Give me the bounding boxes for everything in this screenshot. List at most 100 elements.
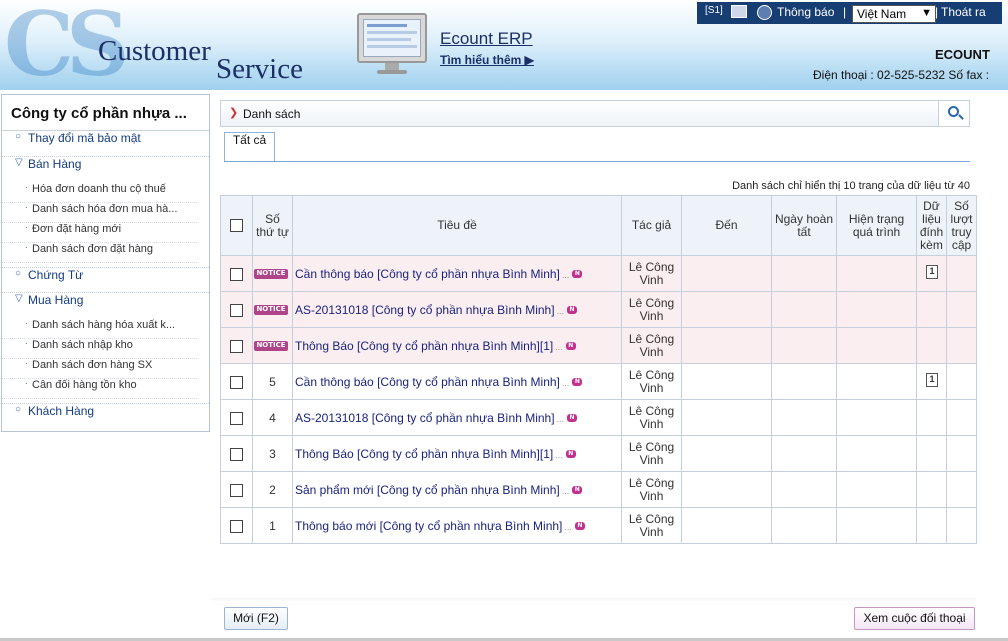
circle-icon: ○: [15, 131, 22, 142]
ellipsis: ...: [561, 377, 570, 388]
row-author: Lê Công Vinh: [621, 399, 682, 436]
ellipsis: ...: [555, 341, 563, 352]
screen-icon[interactable]: [731, 5, 747, 18]
col-author[interactable]: Tác giả: [621, 195, 682, 256]
row-checkbox[interactable]: [230, 303, 243, 317]
row-attachment: [916, 435, 947, 472]
sidebar-item-label: Khách Hàng: [28, 404, 95, 418]
post-title-link[interactable]: Thông báo mới [Công ty cổ phần nhựa Bình…: [295, 519, 562, 533]
row-to: [681, 507, 772, 544]
sidebar-item-customers[interactable]: ○ Khách Hàng: [2, 403, 209, 429]
sidebar-subitem-goods-in-list[interactable]: · Danh sách nhập kho: [2, 339, 197, 359]
col-title[interactable]: Tiêu đề: [292, 195, 622, 256]
tab-all[interactable]: Tất cả: [224, 132, 275, 161]
bullet-icon: ·: [25, 339, 28, 348]
row-to: [681, 363, 772, 400]
sidebar-subitem-sales-invoice[interactable]: · Hóa đơn doanh thu cộ thuế: [2, 183, 197, 203]
sidebar-item-vouchers[interactable]: ○ Chứng Từ: [2, 267, 209, 293]
new-badge: N: [572, 486, 583, 495]
row-number: 3: [269, 446, 276, 461]
attachment-icon[interactable]: [925, 265, 938, 279]
row-select-cell: [220, 507, 253, 544]
company-code: ECOUNT: [935, 47, 990, 62]
row-author: Lê Công Vinh: [621, 471, 682, 508]
row-checkbox[interactable]: [230, 447, 243, 461]
sidebar-subitem-production-orders[interactable]: · Danh sách đơn hàng SX: [2, 359, 197, 379]
table-row[interactable]: 4 AS-20131018 [Công ty cổ phần nhựa Bình …: [220, 399, 977, 436]
table-row[interactable]: NOTICE AS-20131018 [Công ty cổ phần nhựa …: [220, 291, 977, 328]
col-attachment[interactable]: Dữ liệu đính kèm: [916, 195, 947, 256]
post-title-link[interactable]: AS-20131018 [Công ty cổ phần nhựa Bình M…: [295, 303, 555, 317]
table-row[interactable]: 2 Sản phẩm mới [Công ty cổ phần nhựa Bình…: [220, 471, 977, 508]
sidebar-subitem-label: Danh sách hóa đơn mua hà...: [32, 203, 178, 215]
language-select[interactable]: Việt Nam ▼: [852, 5, 936, 23]
row-checkbox[interactable]: [230, 267, 243, 281]
server-code: [S1]: [705, 5, 723, 16]
post-title-link[interactable]: Sản phẩm mới [Công ty cổ phần nhựa Bình …: [295, 483, 560, 497]
logo-word-customer: Customer: [98, 35, 211, 67]
select-all-checkbox[interactable]: [230, 219, 243, 233]
header: CS Customer Service Ecount ERP Tìm hiểu …: [0, 0, 1008, 96]
separator: |: [843, 5, 847, 19]
bullet-icon: ·: [25, 203, 28, 212]
col-to[interactable]: Đến: [681, 195, 772, 256]
row-title-cell: Cần thông báo [Công ty cổ phần nhựa Bình…: [292, 255, 622, 292]
notifications-link[interactable]: Thông báo: [777, 5, 834, 19]
sidebar-subitem-goods-out-list[interactable]: · Danh sách hàng hóa xuất k...: [2, 319, 197, 339]
dropdown-arrow-icon: ▼: [921, 7, 932, 19]
sidebar-item-change-password[interactable]: ○ Thay đổi mã bảo mật: [2, 131, 209, 157]
circle-icon: ○: [15, 268, 22, 279]
bullet-icon: ·: [25, 359, 28, 368]
row-checkbox[interactable]: [230, 519, 243, 533]
bullet-icon: ·: [25, 379, 28, 388]
sidebar-subitem-purchase-invoice-list[interactable]: · Danh sách hóa đơn mua hà...: [2, 203, 197, 223]
attachment-icon[interactable]: [925, 373, 938, 387]
sidebar-item-sales[interactable]: ▽ Bán Hàng: [2, 157, 209, 183]
row-author: Lê Công Vinh: [621, 507, 682, 544]
sidebar-item-purchasing[interactable]: ▽ Mua Hàng: [2, 293, 209, 319]
table-row[interactable]: 1 Thông báo mới [Công ty cổ phần nhựa Bìn…: [220, 507, 977, 544]
row-views: [946, 471, 977, 508]
row-done-date: [771, 507, 837, 544]
chevron-down-icon: ▽: [15, 157, 23, 168]
row-checkbox[interactable]: [230, 339, 243, 353]
row-checkbox[interactable]: [230, 411, 243, 425]
sidebar-subitem-order-list[interactable]: · Danh sách đơn đặt hàng: [2, 243, 197, 263]
table-row[interactable]: NOTICE Cần thông báo [Công ty cổ phần nhự…: [220, 255, 977, 292]
new-badge: N: [567, 414, 578, 423]
table-row[interactable]: 5 Cần thông báo [Công ty cổ phần nhựa Bìn…: [220, 363, 977, 400]
learn-more-link[interactable]: Tìm hiểu thêm ▶: [440, 53, 534, 67]
col-views[interactable]: Số lượt truy cập: [946, 195, 977, 256]
col-done-date[interactable]: Ngày hoàn tất: [771, 195, 837, 256]
new-button[interactable]: Mới (F2): [224, 607, 288, 630]
ellipsis: ...: [556, 413, 565, 424]
row-checkbox[interactable]: [230, 375, 243, 389]
col-no[interactable]: Số thứ tự: [252, 195, 293, 256]
sidebar-subitem-label: Hóa đơn doanh thu cộ thuế: [32, 183, 166, 195]
row-views: [946, 291, 977, 328]
sidebar-subitem-inventory-balance[interactable]: · Cân đối hàng tồn kho: [2, 379, 197, 399]
post-title-link[interactable]: Cần thông báo [Công ty cổ phần nhựa Bình…: [295, 375, 560, 389]
view-conversation-button[interactable]: Xem cuộc đối thoại: [854, 607, 975, 630]
sidebar-subitem-new-order[interactable]: · Đơn đặt hàng mới: [2, 223, 197, 243]
product-title-link[interactable]: Ecount ERP: [440, 29, 533, 49]
row-views: [946, 507, 977, 544]
table-row[interactable]: NOTICE Thông Báo [Công ty cổ phần nhựa Bì…: [220, 327, 977, 364]
user-icon[interactable]: [757, 5, 772, 20]
row-progress: [836, 507, 917, 544]
row-views: [946, 435, 977, 472]
post-title-link[interactable]: Thông Báo [Công ty cổ phần nhựa Bình Min…: [295, 447, 553, 461]
sidebar-item-label: Thay đổi mã bảo mật: [28, 131, 141, 145]
row-to: [681, 291, 772, 328]
post-title-link[interactable]: AS-20131018 [Công ty cổ phần nhựa Bình M…: [295, 411, 555, 425]
row-checkbox[interactable]: [230, 483, 243, 497]
post-title-link[interactable]: Cần thông báo [Công ty cổ phần nhựa Bình…: [295, 267, 560, 281]
logout-link[interactable]: Thoát ra: [941, 5, 986, 19]
company-name[interactable]: Công ty cổ phần nhựa ...: [2, 95, 209, 131]
col-progress[interactable]: Hiện trạng quá trình: [836, 195, 917, 256]
search-button[interactable]: [938, 101, 969, 126]
post-title-link[interactable]: Thông Báo [Công ty cổ phần nhựa Bình Min…: [295, 339, 553, 353]
row-title-cell: AS-20131018 [Công ty cổ phần nhựa Bình M…: [292, 291, 622, 328]
table-row[interactable]: 3 Thông Báo [Công ty cổ phần nhựa Bình Mi…: [220, 435, 977, 472]
row-no-cell: 4: [252, 399, 293, 436]
